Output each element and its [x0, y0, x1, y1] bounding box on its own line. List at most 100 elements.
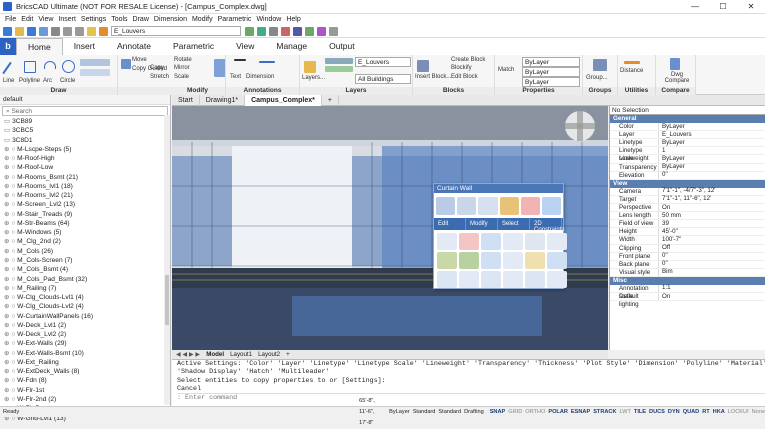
property-value[interactable]: 0"	[658, 171, 765, 179]
tree-item[interactable]: ⊕ ○ W-Ext_Railing	[4, 358, 170, 367]
tree-item[interactable]: ⊕ ○ M-Stair_Treads (9)	[4, 210, 170, 219]
quad-grid-icon-3[interactable]	[481, 233, 501, 250]
tree-item[interactable]: ⊕ ○ M-Roof-Low	[4, 163, 170, 172]
quad-tool-2-icon[interactable]	[457, 196, 477, 215]
view-icon[interactable]	[293, 26, 302, 36]
tree-item[interactable]: ⊕ ○ W-Clg_Clouds-Lvl2 (4)	[4, 302, 170, 311]
settings-icon[interactable]	[329, 26, 338, 36]
open-icon[interactable]	[15, 26, 24, 36]
property-value[interactable]: ByLayer	[658, 123, 765, 131]
quad-grid-icon-2[interactable]	[459, 233, 479, 250]
property-value[interactable]: Bim	[658, 268, 765, 276]
property-value[interactable]: Off	[658, 244, 765, 252]
tree-item[interactable]: ⊕ ○ M_Cols_Pad_Bsmt (32)	[4, 275, 170, 284]
tree-item[interactable]: ⊕ ○ W-Ext-Walls (29)	[4, 339, 170, 348]
tree-item[interactable]: ⊕ ○ W-ExtDeck_Walls (8)	[4, 367, 170, 376]
insert-block-icon[interactable]	[417, 60, 429, 72]
draw-more2-icon[interactable]	[80, 69, 110, 76]
status-toggle[interactable]: SNAP	[490, 409, 506, 415]
tab-output[interactable]: Output	[318, 38, 366, 55]
status-toggle[interactable]: LWT	[620, 409, 631, 415]
modify-move[interactable]: Move	[132, 57, 147, 63]
tree-item[interactable]: ▭ 3CB89	[4, 117, 170, 126]
quad-tab-modify[interactable]: Modify	[466, 218, 498, 230]
tree-item[interactable]: ⊕ ○ W-Fdn (8)	[4, 376, 170, 385]
bricscad-logo-icon[interactable]: b	[0, 38, 16, 55]
property-section-header[interactable]: Misc	[610, 276, 765, 285]
menu-file[interactable]: File	[5, 16, 16, 23]
match-icon[interactable]	[257, 26, 266, 36]
tree-item[interactable]: ▭ 3CBC5	[4, 126, 170, 135]
property-row[interactable]: Clipping Off	[610, 244, 765, 253]
quad-grid-icon-18[interactable]	[547, 271, 567, 288]
dwg-compare-icon[interactable]	[670, 58, 680, 70]
layout-tab-2[interactable]: Layout2	[258, 350, 280, 359]
status-bylayer[interactable]: ByLayer	[389, 407, 410, 418]
quad-tab-constraints[interactable]: 2D Constraints	[530, 218, 564, 233]
doc-tab-new[interactable]: +	[322, 94, 339, 106]
property-value[interactable]: ByLayer	[658, 155, 765, 163]
quad-grid-icon-4[interactable]	[503, 233, 523, 250]
create-block[interactable]: Create Block	[451, 57, 485, 63]
dwg-compare-label[interactable]: Dwg Compare	[660, 72, 694, 84]
circle-icon[interactable]	[62, 60, 75, 73]
tab-annotate[interactable]: Annotate	[106, 38, 162, 55]
property-value[interactable]: 45'-0"	[658, 228, 765, 236]
modify-copy[interactable]: Copy	[150, 65, 164, 71]
panel-header[interactable]: default	[0, 95, 170, 105]
property-section-header[interactable]: General	[610, 115, 765, 124]
quad-grid-icon-15[interactable]	[481, 271, 501, 288]
status-toggle[interactable]: STRACK	[593, 409, 616, 415]
property-value[interactable]: On	[658, 293, 765, 301]
scrollbar-thumb[interactable]	[165, 275, 169, 325]
command-input[interactable]: : Enter command	[177, 393, 765, 401]
menu-parametric[interactable]: Parametric	[218, 16, 252, 23]
property-value[interactable]: 39	[658, 220, 765, 228]
property-row[interactable]: Elevation 0"	[610, 171, 765, 180]
menu-modify[interactable]: Modify	[192, 16, 213, 23]
layout-tab-model[interactable]: Model	[206, 350, 224, 359]
quad-tool-1-icon[interactable]	[436, 196, 456, 215]
property-row[interactable]: Lens length 50 mm	[610, 212, 765, 221]
tree-item[interactable]: ▭ 3C8D1	[4, 136, 170, 145]
tree-item[interactable]: ⊕ ○ W-Flr-1st	[4, 386, 170, 395]
tree-item[interactable]: ⊕ ○ M-Str-Beams (64)	[4, 219, 170, 228]
layout-tab-new[interactable]: +	[286, 350, 290, 359]
property-row[interactable]: Linetype ByLayer	[610, 139, 765, 148]
status-toggle[interactable]: DUCS	[649, 409, 665, 415]
property-value[interactable]: 100'-7"	[658, 236, 765, 244]
tree-item[interactable]: ⊕ ○ M_Clg_2nd (2)	[4, 237, 170, 246]
line-icon[interactable]	[2, 61, 12, 75]
property-value[interactable]: ByLayer	[658, 163, 765, 171]
menu-help[interactable]: Help	[286, 16, 300, 23]
layer-filter-dropdown[interactable]: All Buildings	[355, 74, 411, 84]
polyline-icon[interactable]	[24, 61, 36, 73]
match-label[interactable]: Match	[498, 67, 514, 73]
status-toggle[interactable]: TILE	[634, 409, 646, 415]
quad-grid-icon-16[interactable]	[503, 271, 523, 288]
status-toggle[interactable]: RT	[702, 409, 709, 415]
property-value[interactable]: 1:1	[658, 284, 765, 293]
tab-home[interactable]: Home	[16, 37, 63, 56]
layer-tools-icon[interactable]	[325, 58, 353, 64]
menu-dimension[interactable]: Dimension	[154, 16, 187, 23]
bulb-icon[interactable]	[99, 26, 108, 36]
property-row[interactable]: Annotation scale 1:1	[610, 284, 765, 300]
tree-item[interactable]: ⊕ ○ M-Roof-High	[4, 154, 170, 163]
tree-item[interactable]: ⊕ ○ W-CurtainWallPanels (16)	[4, 312, 170, 321]
status-toggle[interactable]: LOCKUI	[728, 409, 749, 415]
quad-grid-icon-5[interactable]	[525, 233, 545, 250]
layer-tools2-icon[interactable]	[325, 66, 353, 72]
status-workspace[interactable]: Drafting	[464, 407, 484, 418]
tree-item[interactable]: ⊕ ○ M-Screen_Lvl2 (13)	[4, 200, 170, 209]
print-icon[interactable]	[51, 26, 60, 36]
status-style1[interactable]: Standard	[413, 407, 436, 418]
layer-iso-icon[interactable]	[281, 26, 290, 36]
quad-move-icon[interactable]	[541, 196, 562, 215]
distance-icon[interactable]	[624, 61, 640, 64]
quad-tab-edit[interactable]: Edit	[434, 218, 466, 230]
insert-block-label[interactable]: Insert Block...	[415, 74, 451, 80]
draw-more-icon[interactable]	[80, 59, 110, 66]
property-row[interactable]: Lineweight ByLayer	[610, 155, 765, 164]
quad-grid-icon-12[interactable]	[547, 252, 567, 269]
